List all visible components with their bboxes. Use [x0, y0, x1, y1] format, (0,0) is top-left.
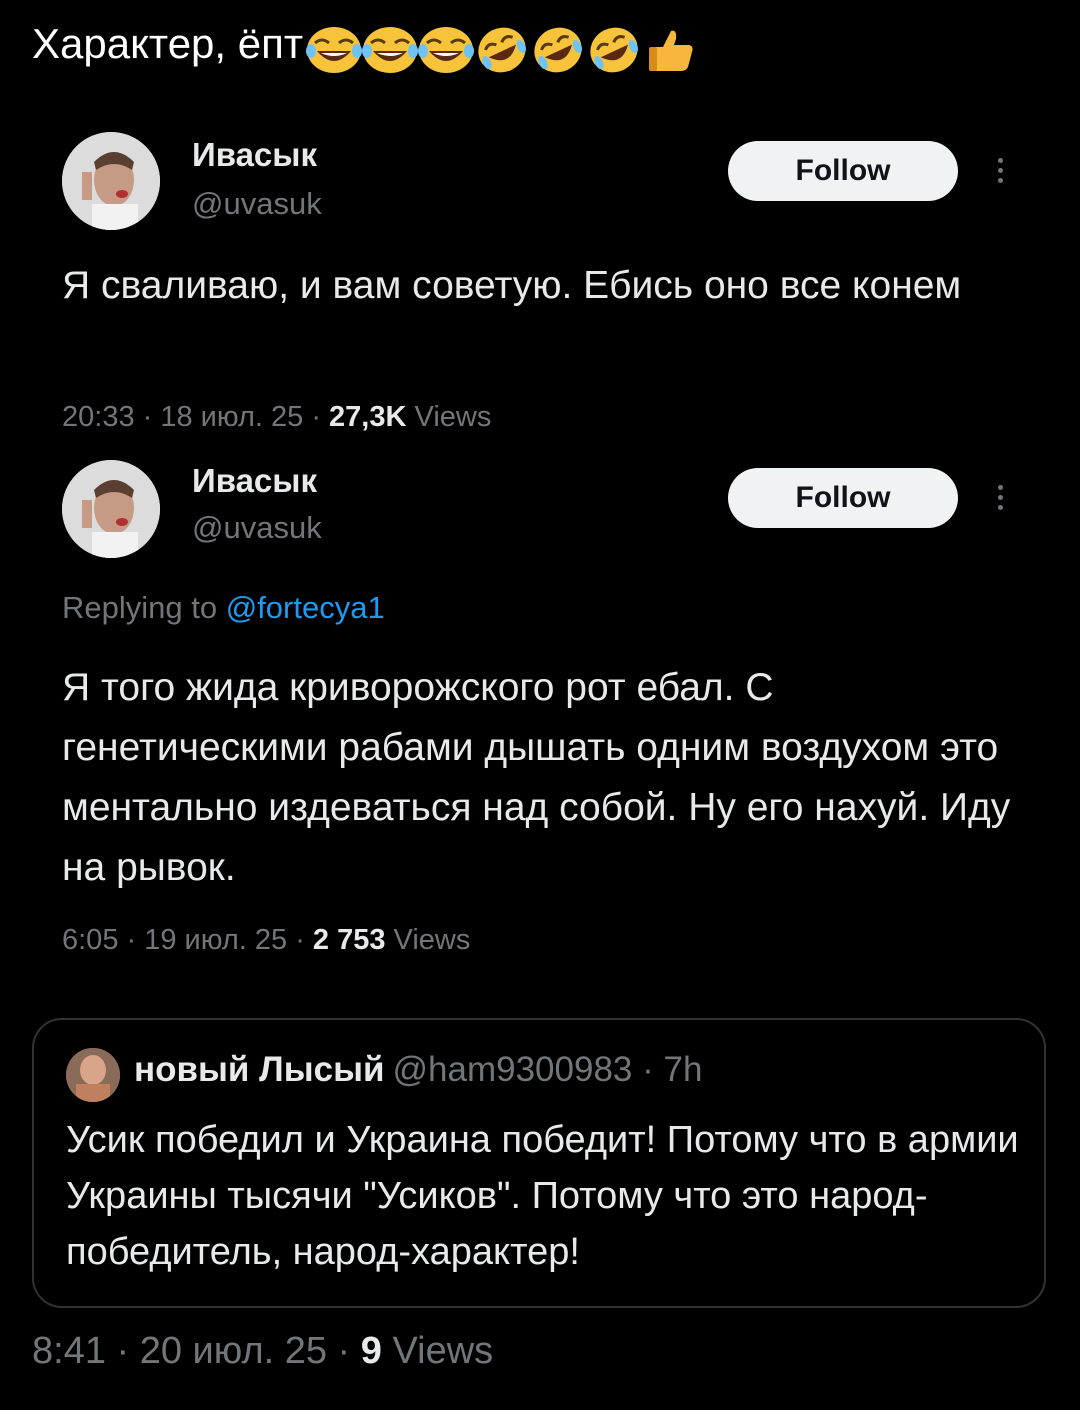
follow-button[interactable]: Follow	[728, 141, 958, 201]
tweet-text: Я того жида криворожского рот ебал. С ге…	[62, 666, 1011, 889]
post-views-count: 9	[360, 1330, 382, 1372]
post-timestamp[interactable]: 8:41 · 20 июл. 25 ·	[32, 1330, 361, 1372]
post-meta: 8:41 · 20 июл. 25 · 9 Views	[32, 1330, 493, 1373]
laughing-face-icon	[362, 26, 419, 73]
tweet-meta: 6:05 · 19 июл. 25 · 2 753 Views	[62, 924, 470, 957]
quoted-avatar[interactable]	[66, 1048, 120, 1102]
tweet-timestamp[interactable]: 20:33 · 18 июл. 25 ·	[62, 401, 329, 433]
caption-text: Характер, ёпт	[32, 20, 304, 67]
avatar[interactable]	[62, 460, 160, 558]
more-options-icon[interactable]	[990, 480, 1010, 520]
avatar-image	[62, 460, 160, 558]
follow-button[interactable]: Follow	[728, 468, 958, 528]
display-name[interactable]: Ивасык	[192, 136, 317, 174]
avatar-image	[62, 132, 160, 230]
replying-to-label: Replying to	[62, 590, 226, 625]
rofl-face-icon	[534, 27, 583, 73]
thumbs-up-icon	[649, 30, 693, 71]
quoted-text: Усик победил и Украина победит! Потому ч…	[66, 1119, 1019, 1273]
views-count: 27,3K	[329, 401, 407, 433]
quoted-header: новый Лысый @ham9300983 · 7h	[134, 1050, 702, 1090]
quoted-avatar-image	[66, 1048, 120, 1102]
quoted-tweet-card[interactable]: новый Лысый @ham9300983 · 7h Усик победил…	[32, 1018, 1046, 1308]
views-label: Views	[385, 924, 471, 956]
rofl-face-icon	[590, 27, 639, 73]
more-options-icon[interactable]	[990, 153, 1010, 193]
emoji-row	[305, 17, 697, 77]
avatar[interactable]	[62, 132, 160, 230]
display-name[interactable]: Ивасык	[192, 462, 317, 500]
laughing-face-icon	[306, 26, 363, 73]
user-handle[interactable]: @uvasuk	[192, 186, 322, 222]
caption: Характер, ёпт	[32, 14, 697, 77]
tweet-timestamp[interactable]: 6:05 · 19 июл. 25 ·	[62, 924, 313, 956]
post-views-label: Views	[381, 1330, 494, 1372]
quoted-display-name[interactable]: новый Лысый	[134, 1050, 385, 1089]
views-count: 2 753	[312, 924, 386, 956]
reply-mention-link[interactable]: @fortecya1	[226, 590, 385, 625]
rofl-face-icon	[478, 27, 527, 73]
replying-to: Replying to @fortecya1	[62, 590, 385, 626]
tweet-text: Я сваливаю, и вам советую. Ебись оно все…	[62, 264, 962, 307]
tweet-meta: 20:33 · 18 июл. 25 · 27,3K Views	[62, 401, 491, 434]
laughing-face-icon	[418, 26, 475, 73]
user-handle[interactable]: @uvasuk	[192, 510, 322, 546]
views-label: Views	[406, 401, 492, 433]
quoted-handle-time[interactable]: @ham9300983 · 7h	[393, 1050, 703, 1089]
